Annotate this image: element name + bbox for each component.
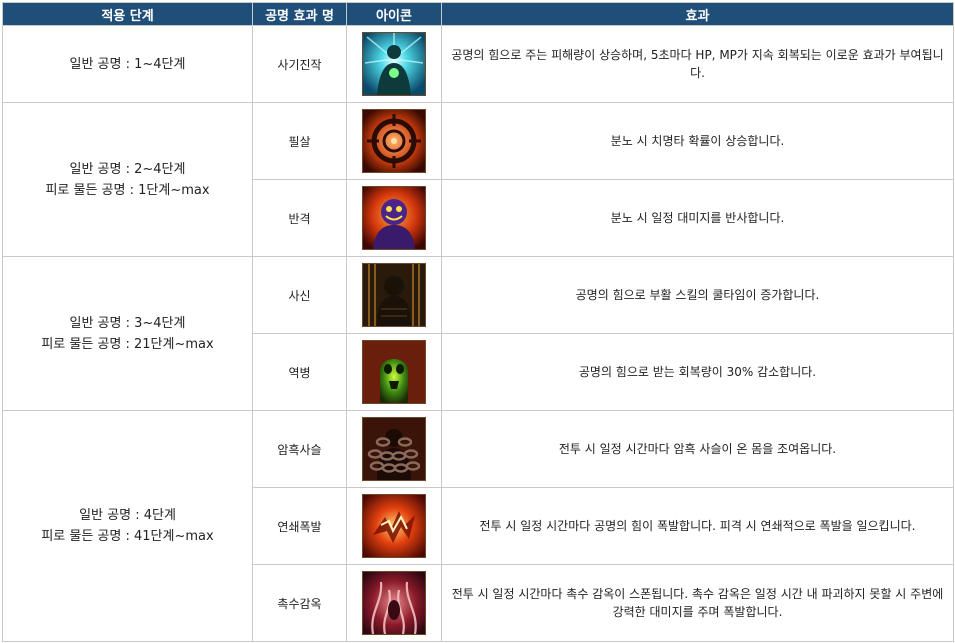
table-row: 일반 공명 : 1~4단계 사기진작 공명의 힘으로 주는 피해량이 상승하며,… <box>2 25 954 103</box>
effect-description: 전투 시 일정 시간마다 암흑 사슬이 온 몸을 조여옵니다. <box>441 410 954 488</box>
icon-cell <box>346 333 442 411</box>
effect-description: 전투 시 일정 시간마다 촉수 감옥이 스폰됩니다. 촉수 감옥은 일정 시간 … <box>441 564 954 642</box>
resonance-effects-table: 적용 단계 공명 효과 명 아이콘 효과 일반 공명 : 1~4단계 사기진작 <box>2 2 954 642</box>
dark-chain-icon <box>362 417 426 481</box>
table-row: 일반 공명 : 2~4단계 피로 물든 공명 : 1단계~max 필살 분노 시… <box>2 102 954 257</box>
effect-name: 암흑사슬 <box>252 410 347 488</box>
table-row: 일반 공명 : 4단계 피로 물든 공명 : 41단계~max 암흑사슬 전투 … <box>2 410 954 642</box>
effect-description: 공명의 힘으로 받는 회복량이 30% 감소합니다. <box>441 333 954 411</box>
effect-name: 사신 <box>252 256 347 334</box>
effect-name: 반격 <box>252 179 347 257</box>
icon-cell <box>346 564 442 642</box>
stage-line: 피로 물든 공명 : 21단계~max <box>41 336 214 352</box>
effect-description: 공명의 힘으로 부활 스킬의 쿨타임이 증가합니다. <box>441 256 954 334</box>
icon-cell <box>346 487 442 565</box>
stage-cell: 일반 공명 : 3~4단계 피로 물든 공명 : 21단계~max <box>2 256 253 411</box>
crosshair-icon <box>362 109 426 173</box>
header-effect: 효과 <box>441 2 954 26</box>
effect-description: 분노 시 치명타 확률이 상승합니다. <box>441 102 954 180</box>
stage-line: 일반 공명 : 1~4단계 <box>69 56 186 72</box>
stage-cell: 일반 공명 : 1~4단계 <box>2 25 253 103</box>
table-row: 일반 공명 : 3~4단계 피로 물든 공명 : 21단계~max 사신 공명의… <box>2 256 954 411</box>
stage-line: 일반 공명 : 3~4단계 <box>69 315 186 331</box>
icon-cell <box>346 256 442 334</box>
header-stage: 적용 단계 <box>2 2 253 26</box>
icon-cell <box>346 102 442 180</box>
effect-name: 필살 <box>252 102 347 180</box>
header-icon: 아이콘 <box>346 2 442 26</box>
stage-cell: 일반 공명 : 4단계 피로 물든 공명 : 41단계~max <box>2 410 253 642</box>
effect-description: 분노 시 일정 대미지를 반사합니다. <box>441 179 954 257</box>
chain-explosion-icon <box>362 494 426 558</box>
icon-cell <box>346 179 442 257</box>
reaper-icon <box>362 263 426 327</box>
effect-name: 연쇄폭발 <box>252 487 347 565</box>
effect-name: 역병 <box>252 333 347 411</box>
effect-name: 사기진작 <box>252 25 347 103</box>
plague-skull-icon <box>362 340 426 404</box>
morale-boost-icon <box>362 32 426 96</box>
effect-description: 전투 시 일정 시간마다 공명의 힘이 폭발합니다. 피격 시 연쇄적으로 폭발… <box>441 487 954 565</box>
effect-description: 공명의 힘으로 주는 피해량이 상승하며, 5초마다 HP, MP가 지속 회복… <box>441 25 954 103</box>
stage-line: 피로 물든 공명 : 1단계~max <box>45 182 210 198</box>
icon-cell <box>346 25 442 103</box>
icon-cell <box>346 410 442 488</box>
stage-line: 일반 공명 : 4단계 <box>79 508 176 523</box>
tentacle-prison-icon <box>362 571 426 635</box>
effect-name: 촉수감옥 <box>252 564 347 642</box>
stage-cell: 일반 공명 : 2~4단계 피로 물든 공명 : 1단계~max <box>2 102 253 257</box>
counter-demon-icon <box>362 186 426 250</box>
stage-line: 일반 공명 : 2~4단계 <box>69 161 186 177</box>
header-effect-name: 공명 효과 명 <box>252 2 347 26</box>
stage-line: 피로 물든 공명 : 41단계~max <box>41 529 214 544</box>
table-header-row: 적용 단계 공명 효과 명 아이콘 효과 <box>2 2 954 26</box>
